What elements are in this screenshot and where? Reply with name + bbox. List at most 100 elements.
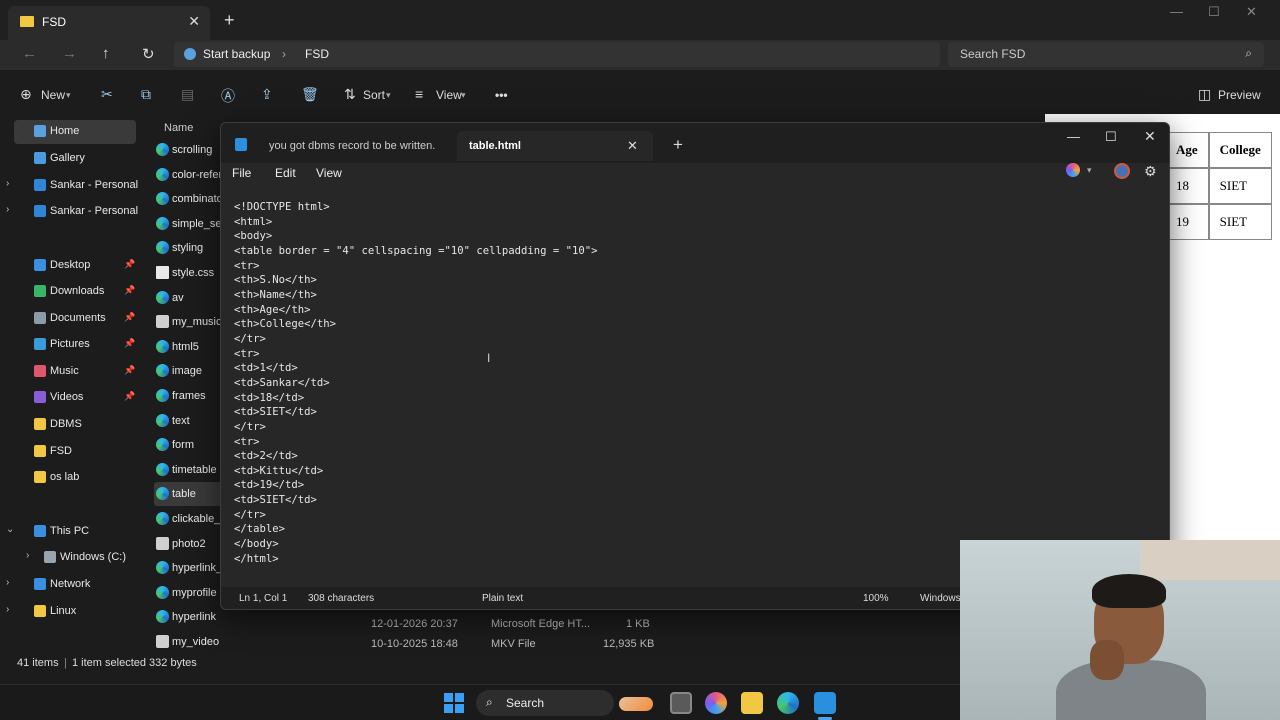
- new-tab-button[interactable]: +: [224, 10, 235, 31]
- chevron-down-icon[interactable]: ▾: [1087, 165, 1092, 176]
- notepad-tab-active[interactable]: table.html ✕: [457, 131, 653, 161]
- sidebar-item-fsd[interactable]: FSD: [14, 440, 136, 464]
- divider: |: [64, 657, 67, 669]
- forward-arrow-icon[interactable]: →: [62, 45, 77, 62]
- breadcrumb[interactable]: Start backup › FSD: [174, 42, 940, 67]
- notepad-app-icon: [235, 138, 247, 151]
- close-window-icon[interactable]: ✕: [1144, 128, 1156, 145]
- person-body: [1056, 660, 1206, 720]
- sidebar-item-videos[interactable]: Videos 📌: [14, 386, 136, 410]
- chevron-right-icon[interactable]: ›: [26, 550, 29, 561]
- file-explorer-icon[interactable]: [741, 692, 763, 714]
- chevron-down-icon: ▾: [461, 90, 466, 100]
- sidebar-item-label: Documents: [50, 312, 106, 324]
- sidebar-item-gallery[interactable]: Gallery: [14, 147, 136, 171]
- copilot-icon[interactable]: [1066, 163, 1080, 177]
- sidebar-item-sankar-personal[interactable]: › Sankar - Personal: [6, 200, 138, 224]
- folder-icon: [34, 445, 46, 457]
- sidebar-item-linux[interactable]: › Linux: [6, 600, 136, 624]
- sidebar-item-label: Sankar - Personal: [50, 179, 139, 191]
- sidebar-item-home[interactable]: Home: [14, 120, 136, 144]
- sidebar-item-music[interactable]: Music 📌: [14, 360, 136, 384]
- start-windows-icon[interactable]: [444, 693, 464, 713]
- search-icon: ⌕: [1245, 46, 1252, 60]
- document-icon: [34, 312, 46, 324]
- widget-icon[interactable]: [619, 697, 653, 711]
- preview-button[interactable]: Preview: [1218, 88, 1261, 102]
- menu-edit[interactable]: Edit: [275, 166, 296, 180]
- explorer-tab[interactable]: FSD ✕: [8, 6, 210, 40]
- notepad-content: <!DOCTYPE html> <html> <body> <table bor…: [234, 201, 598, 565]
- home-icon: [34, 125, 46, 137]
- menu-view[interactable]: View: [316, 166, 342, 180]
- search-input[interactable]: Search FSD ⌕: [948, 42, 1264, 67]
- chevron-right-icon[interactable]: ›: [6, 604, 9, 615]
- up-arrow-icon[interactable]: ↑: [102, 45, 110, 62]
- delete-icon[interactable]: 🗑: [301, 86, 319, 103]
- chevron-right-icon[interactable]: ›: [6, 178, 9, 189]
- column-header-name[interactable]: Name: [164, 122, 193, 134]
- sidebar-item-this-pc[interactable]: ⌄ This PC: [6, 520, 136, 544]
- sidebar-item-label: os lab: [50, 471, 80, 483]
- pin-icon: 📌: [124, 285, 136, 295]
- notepad-tab[interactable]: you got dbms record to be written.: [257, 131, 481, 161]
- new-tab-button[interactable]: +: [673, 135, 683, 155]
- minimize-icon[interactable]: —: [1170, 4, 1183, 19]
- sidebar-item-label: FSD: [50, 445, 72, 457]
- maximize-icon[interactable]: ☐: [1208, 4, 1220, 20]
- sidebar-item-os-lab[interactable]: os lab: [14, 466, 136, 490]
- chevron-right-icon[interactable]: ›: [6, 577, 9, 588]
- rename-icon[interactable]: Ⓐ: [221, 86, 235, 106]
- cut-icon[interactable]: ✂: [101, 86, 113, 103]
- back-arrow-icon[interactable]: ←: [22, 45, 37, 62]
- close-window-icon[interactable]: ✕: [1246, 4, 1257, 20]
- share-icon[interactable]: ⇪: [261, 86, 273, 103]
- pin-icon: 📌: [124, 391, 136, 401]
- edge-browser-icon[interactable]: [777, 692, 799, 714]
- menu-file[interactable]: File: [232, 166, 251, 180]
- breadcrumb-item[interactable]: Start backup: [203, 47, 270, 61]
- zoom-level[interactable]: 100%: [863, 593, 889, 604]
- refresh-icon[interactable]: ↻: [142, 45, 155, 63]
- notepad-taskbar-icon[interactable]: [814, 692, 836, 714]
- copilot-icon[interactable]: [705, 692, 727, 714]
- maximize-icon[interactable]: ☐: [1105, 129, 1117, 145]
- paste-icon[interactable]: ▤: [181, 86, 194, 103]
- sidebar-item-dbms[interactable]: DBMS: [14, 413, 136, 437]
- minimize-icon[interactable]: —: [1067, 129, 1080, 144]
- sidebar-item-desktop[interactable]: Desktop 📌: [14, 254, 136, 278]
- account-avatar[interactable]: [1114, 163, 1130, 179]
- chevron-right-icon[interactable]: ›: [6, 204, 9, 215]
- close-tab-icon[interactable]: ✕: [188, 13, 200, 30]
- edge-html-file-icon: [156, 167, 169, 181]
- close-tab-icon[interactable]: ✕: [627, 138, 638, 154]
- explorer-tab-bar: FSD ✕ + — ☐ ✕: [0, 0, 1280, 40]
- chevron-down-icon[interactable]: ⌄: [6, 524, 14, 535]
- sidebar-item-network[interactable]: › Network: [6, 573, 136, 597]
- sidebar-item-label: Linux: [50, 605, 77, 617]
- person-hand: [1090, 640, 1124, 680]
- new-button[interactable]: New: [41, 88, 65, 102]
- breadcrumb-item[interactable]: FSD: [305, 47, 329, 61]
- sidebar-item-pictures[interactable]: Pictures 📌: [14, 333, 136, 357]
- sort-button[interactable]: Sort: [363, 88, 385, 102]
- more-options-button[interactable]: •••: [495, 88, 508, 102]
- sidebar-item-windows-c[interactable]: › Windows (C:): [24, 546, 146, 570]
- text-cursor-icon: I: [487, 351, 491, 365]
- sidebar-item-downloads[interactable]: Downloads 📌: [14, 280, 136, 304]
- video-file-icon: [156, 635, 169, 648]
- edge-html-file-icon: [156, 143, 169, 156]
- sidebar-item-label: Home: [50, 125, 80, 137]
- notepad-tab-bar: you got dbms record to be written. table…: [221, 123, 1169, 163]
- sidebar-item-documents[interactable]: Documents 📌: [14, 307, 136, 331]
- file-format[interactable]: Plain text: [482, 593, 523, 604]
- task-view-icon[interactable]: [670, 692, 692, 714]
- file-row[interactable]: my_video: [154, 630, 234, 654]
- view-button[interactable]: View: [436, 88, 462, 102]
- copy-icon[interactable]: ⧉: [141, 86, 151, 103]
- line-ending[interactable]: Windows: [920, 593, 961, 604]
- notepad-text-area[interactable]: <!DOCTYPE html> <html> <body> <table bor…: [221, 197, 1169, 587]
- sidebar-item-sankar-personal[interactable]: › Sankar - Personal: [6, 174, 139, 198]
- taskbar-search[interactable]: ⌕ Search: [476, 690, 614, 716]
- settings-gear-icon[interactable]: ⚙: [1144, 163, 1157, 180]
